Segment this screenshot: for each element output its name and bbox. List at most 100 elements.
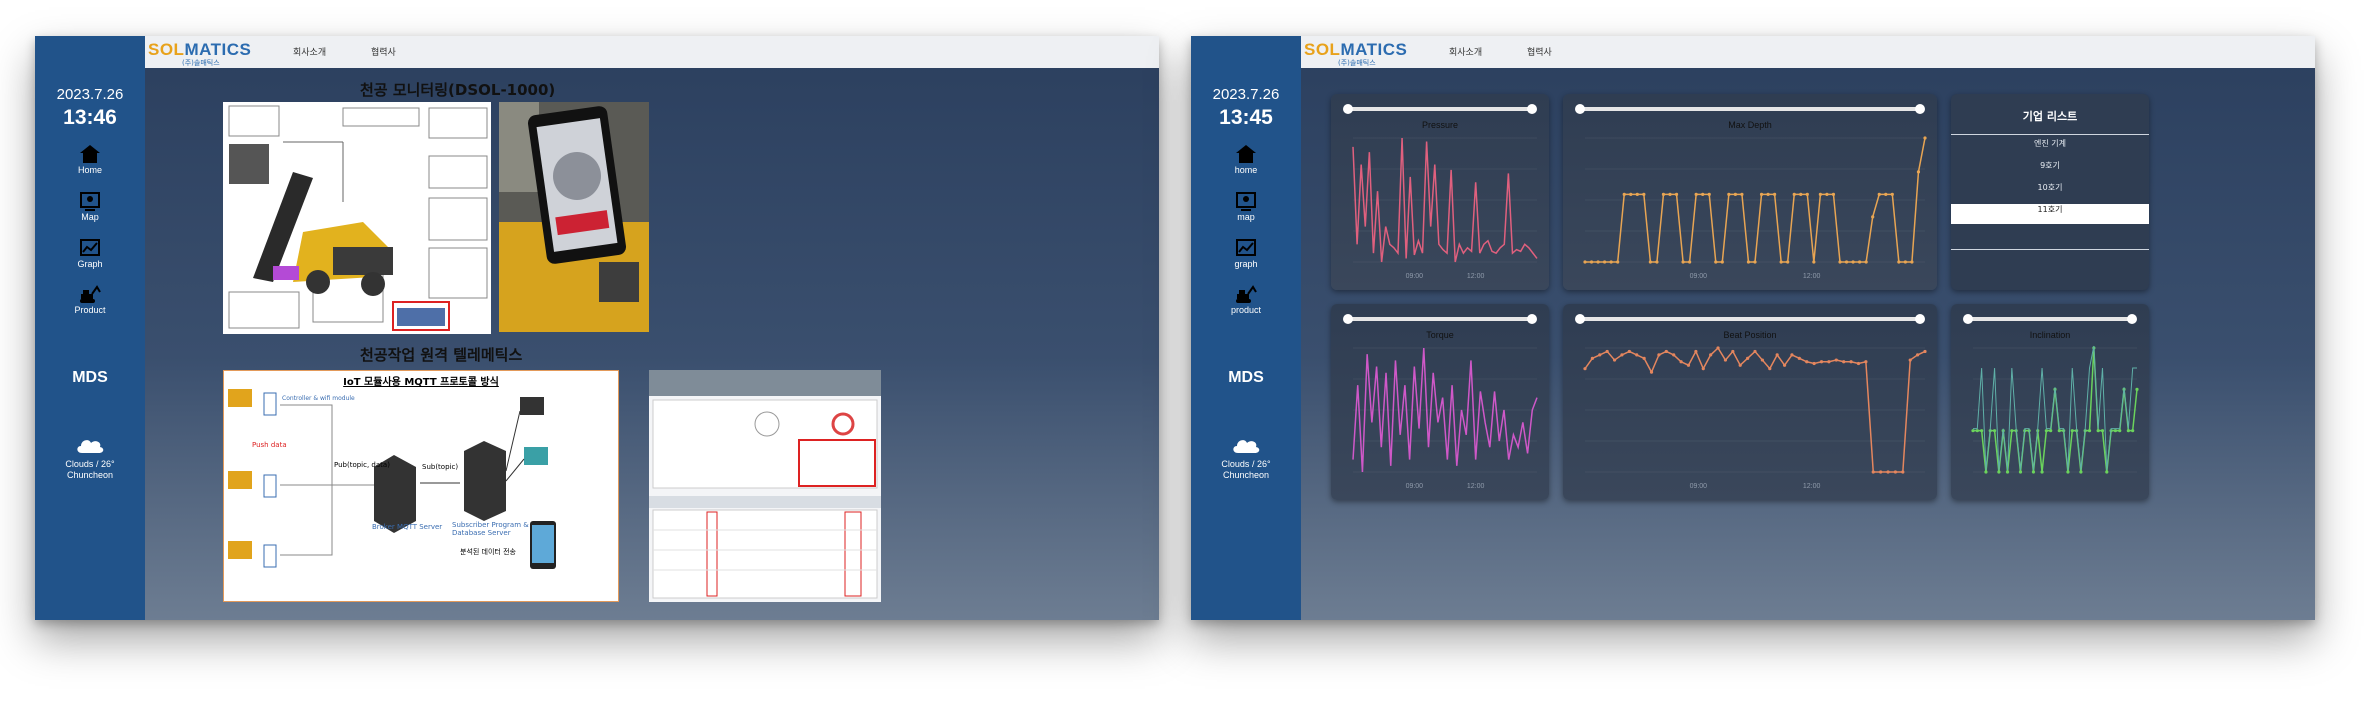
company-list-card: 기업 리스트 엔진 기계 9호기 10호기 11호기 bbox=[1951, 94, 2149, 290]
data-point bbox=[1916, 170, 1921, 174]
mds-label: MDS bbox=[72, 369, 108, 386]
data-point bbox=[1681, 260, 1685, 264]
data-point bbox=[1858, 260, 1862, 264]
data-point bbox=[1897, 260, 1901, 264]
push-data-label: Push data bbox=[252, 441, 287, 449]
sidebar-item-product[interactable]: product bbox=[1191, 284, 1301, 315]
solmatics-logo[interactable]: SOLMATICS (주)솔매틱스 bbox=[1304, 40, 1424, 67]
data-point bbox=[1649, 370, 1654, 374]
inclination-chart-title: Inclination bbox=[2029, 330, 2071, 340]
drill-system-diagram bbox=[223, 102, 491, 334]
data-point bbox=[1701, 367, 1705, 371]
data-point bbox=[1992, 429, 1997, 433]
data-point bbox=[2087, 429, 2092, 433]
data-point bbox=[1679, 360, 1683, 364]
data-point bbox=[1790, 353, 1794, 357]
publish-label: Pub(topic, data) bbox=[334, 461, 390, 469]
company-list-item[interactable]: 10호기 bbox=[1951, 182, 2149, 202]
time: 13:45 bbox=[1219, 106, 1273, 129]
sidebar-item-home[interactable]: Home bbox=[35, 144, 145, 175]
excavator-icon bbox=[1236, 285, 1257, 303]
x-tick-label: 12:00 bbox=[1467, 273, 1485, 280]
nav-partners[interactable]: 협력사 bbox=[1527, 45, 1552, 58]
data-point bbox=[1590, 356, 1594, 360]
data-point bbox=[1603, 260, 1607, 264]
data-point bbox=[1916, 353, 1920, 357]
max-depth-chart-title: Max Depth bbox=[1728, 120, 1772, 130]
company-list-item[interactable]: 엔진 기계 bbox=[1951, 138, 2149, 158]
data-point bbox=[2066, 470, 2070, 474]
sidebar-item-graph[interactable]: graph bbox=[1191, 238, 1301, 269]
data-point bbox=[1731, 349, 1735, 354]
data-point bbox=[1975, 429, 1979, 433]
data-point bbox=[1707, 192, 1711, 196]
data-point bbox=[1635, 353, 1639, 357]
sidebar-item-product[interactable]: Product bbox=[35, 284, 145, 315]
data-point bbox=[1694, 192, 1698, 196]
nav-about[interactable]: 회사소개 bbox=[1449, 45, 1482, 58]
inclination-range-slider[interactable] bbox=[1963, 314, 2137, 324]
data-point bbox=[2135, 387, 2139, 391]
data-point bbox=[1589, 260, 1594, 264]
company-list-item[interactable]: 9호기 bbox=[1951, 160, 2149, 180]
data-point bbox=[2113, 429, 2118, 433]
torque-range-slider[interactable] bbox=[1343, 314, 1537, 324]
solmatics-logo[interactable]: SOLMATICS (주)솔매틱스 bbox=[148, 40, 268, 67]
data-point bbox=[1997, 470, 2001, 474]
company-list-item-selected[interactable]: 11호기 bbox=[1951, 204, 2149, 224]
data-point bbox=[1598, 353, 1602, 357]
data-point bbox=[1714, 260, 1718, 264]
pressure-chart-title: Pressure bbox=[1421, 120, 1458, 130]
data-point bbox=[1760, 358, 1764, 362]
data-point bbox=[1864, 260, 1868, 264]
data-point bbox=[1879, 470, 1883, 474]
sidebar-item-map[interactable]: Map bbox=[35, 191, 145, 222]
data-point bbox=[1709, 353, 1713, 357]
sidebar-item-graph[interactable]: Graph bbox=[35, 238, 145, 269]
data-point bbox=[1694, 349, 1698, 354]
x-tick-label: 12:00 bbox=[1803, 483, 1821, 490]
nav-partners[interactable]: 협력사 bbox=[371, 45, 396, 58]
date: 2023.7.26 bbox=[56, 86, 124, 103]
data-point bbox=[1733, 192, 1737, 196]
data-point bbox=[1827, 360, 1831, 364]
sidebar-item-home[interactable]: home bbox=[1191, 144, 1301, 175]
data-point bbox=[1871, 470, 1875, 474]
map-icon bbox=[80, 192, 100, 211]
data-point bbox=[1819, 360, 1824, 364]
data-point bbox=[1842, 360, 1846, 364]
data-point bbox=[1779, 260, 1783, 264]
data-point bbox=[1818, 192, 1822, 196]
data-point bbox=[1635, 192, 1639, 196]
time: 13:46 bbox=[63, 106, 117, 129]
pressure-range-slider[interactable] bbox=[1343, 104, 1537, 114]
beat-position-range-slider[interactable] bbox=[1575, 314, 1925, 324]
data-point bbox=[1759, 192, 1764, 196]
x-tick-label: 09:00 bbox=[1690, 273, 1708, 280]
torque-chart-card: 09:00 12:00 Torque bbox=[1331, 304, 1549, 500]
data-point bbox=[1674, 192, 1679, 196]
data-point bbox=[1620, 353, 1624, 357]
excavator-icon bbox=[80, 285, 101, 303]
data-point bbox=[1805, 360, 1809, 364]
data-point bbox=[1923, 136, 1927, 140]
sidebar-item-map[interactable]: map bbox=[1191, 191, 1301, 222]
data-point bbox=[1596, 260, 1600, 264]
data-point bbox=[1642, 192, 1646, 196]
inclination-chart-card: Inclination bbox=[1951, 304, 2149, 500]
data-point bbox=[1825, 192, 1829, 196]
data-point bbox=[1792, 192, 1796, 196]
data-point bbox=[1661, 192, 1666, 196]
subscribe-label: Sub(topic) bbox=[422, 463, 459, 471]
data-point bbox=[1583, 367, 1587, 371]
max-depth-range-slider[interactable] bbox=[1575, 104, 1925, 114]
tablet-photo bbox=[499, 102, 649, 332]
data-point bbox=[2040, 470, 2044, 474]
data-point bbox=[1884, 192, 1888, 196]
weather: Clouds / 26° Chuncheon bbox=[1191, 436, 1301, 481]
data-point bbox=[2131, 429, 2135, 433]
nav-about[interactable]: 회사소개 bbox=[293, 45, 326, 58]
data-point bbox=[1648, 260, 1652, 264]
data-point bbox=[2057, 429, 2061, 433]
sidebar: 2023.7.26 13:46 Home Map Graph Product M… bbox=[35, 36, 145, 620]
